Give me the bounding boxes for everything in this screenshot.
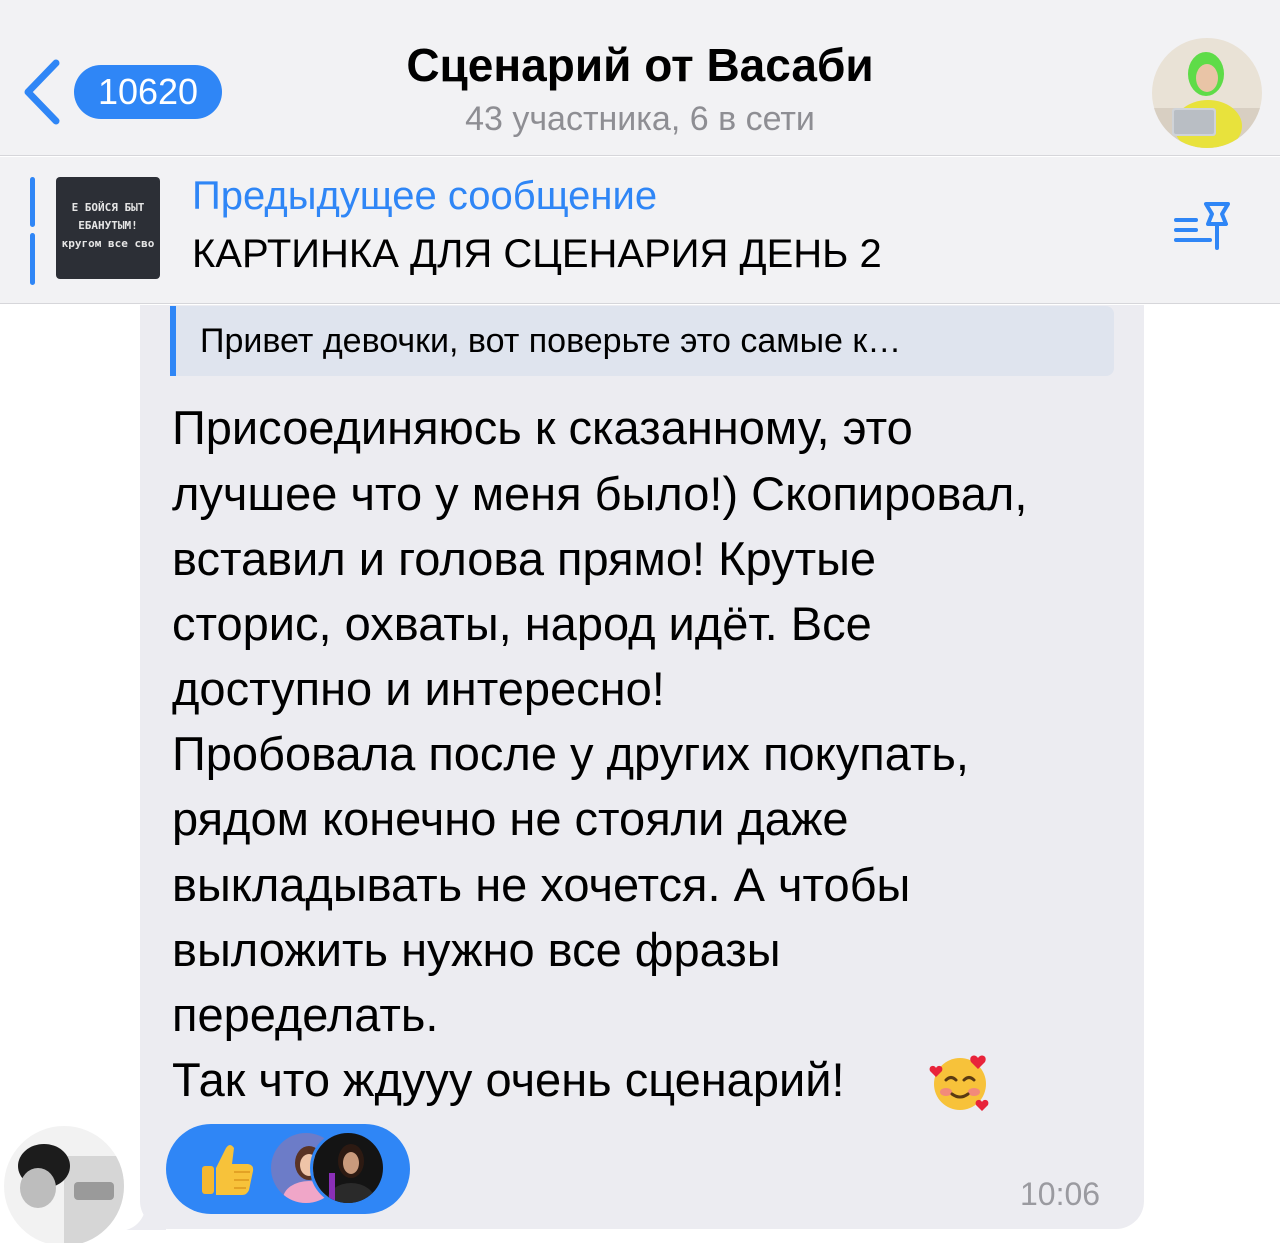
- back-button[interactable]: 10620: [18, 52, 228, 132]
- message-text-line: доступно и интересно!: [172, 662, 665, 715]
- pinned-list-icon[interactable]: [1170, 198, 1236, 254]
- chevron-left-icon: [24, 59, 60, 125]
- message-text-line: Присоединяюсь к сказанному, это: [172, 401, 913, 454]
- message-text-line: сторис, охваты, народ идёт. Все: [172, 597, 872, 650]
- chat-avatar[interactable]: [1152, 38, 1262, 148]
- message-text-line: переделать.: [172, 988, 439, 1041]
- message-text-line: рядом конечно не стояли даже: [172, 792, 849, 845]
- thumb-line: ЕБАНУТЫМ!: [78, 219, 138, 232]
- chat-header: 10620 Сценарий от Васаби 43 участника, 6…: [0, 0, 1280, 156]
- chat-subtitle: 43 участника, 6 в сети: [465, 100, 815, 138]
- pinned-label: Предыдущее сообщение: [192, 174, 658, 218]
- message-text-line: лучшее что у меня было!) Скопировал,: [172, 467, 1028, 520]
- message-text-line: Так что ждууу очень сценарий!: [172, 1053, 845, 1106]
- message-timestamp: 10:06: [1020, 1176, 1101, 1212]
- avatar-image: [1152, 38, 1262, 148]
- chat-title[interactable]: Сценарий от Васаби: [300, 38, 980, 92]
- thumb-line: Е БОЙСЯ БЫТ: [71, 201, 145, 214]
- smiling-face-with-hearts-icon: [929, 1055, 989, 1111]
- unread-count-badge: 10620: [74, 65, 222, 119]
- reactor-avatar: [310, 1130, 386, 1206]
- message-text-line: Пробовала после у других покупать,: [172, 727, 969, 780]
- thumbs-up-icon: [202, 1145, 254, 1195]
- message-text-line: выложить нужно все фразы: [172, 923, 781, 976]
- sender-avatar[interactable]: [4, 1126, 124, 1243]
- reply-quote-text: Привет девочки, вот поверьте это самые к…: [200, 322, 902, 360]
- pinned-indicator: [30, 177, 36, 285]
- message-text-line: выкладывать не хочется. А чтобы: [172, 858, 911, 911]
- pinned-text: КАРТИНКА ДЛЯ СЦЕНАРИЯ ДЕНЬ 2: [192, 232, 882, 276]
- thumb-line: кругом все сво: [61, 237, 155, 250]
- pinned-thumbnail: Е БОЙСЯ БЫТ ЕБАНУТЫМ! кругом все сво: [56, 177, 160, 279]
- message-text-line: вставил и голова прямо! Крутые: [172, 532, 877, 585]
